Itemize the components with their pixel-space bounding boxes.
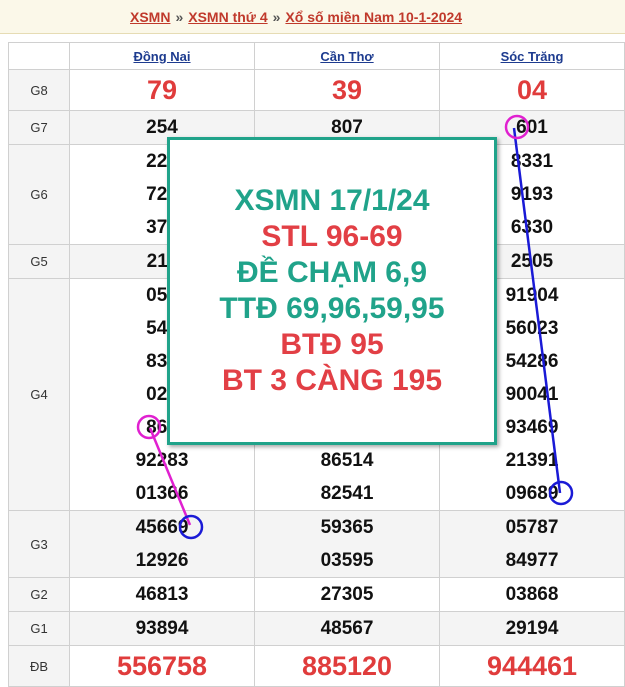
overlay-line: ĐỀ CHẠM 6,9: [236, 256, 428, 289]
connector-line-blue: [512, 127, 562, 494]
overlay-line: BT 3 CÀNG 195: [221, 364, 443, 397]
overlay-line: TTĐ 69,96,59,95: [219, 292, 445, 325]
prediction-overlay-box: XSMN 17/1/24 STL 96-69 ĐỀ CHẠM 6,9 TTĐ 6…: [167, 137, 497, 445]
overlay-title: XSMN 17/1/24: [234, 184, 430, 217]
overlay-line: BTĐ 95: [280, 328, 384, 361]
highlight-circle-magenta: [504, 114, 530, 140]
highlight-circle-blue: [548, 480, 574, 506]
overlay-line: STL 96-69: [261, 220, 403, 253]
highlight-circle-magenta: [136, 414, 162, 440]
highlight-circle-blue: [178, 514, 204, 540]
